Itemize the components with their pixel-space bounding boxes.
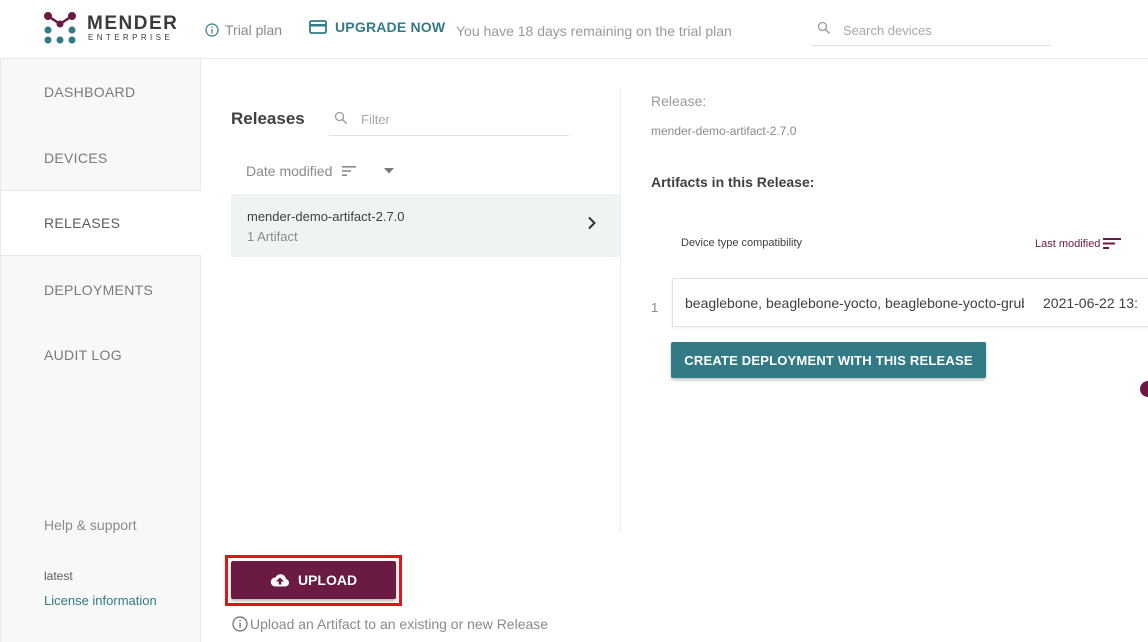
- logo-title: MENDER: [87, 13, 179, 34]
- sidebar-item-releases[interactable]: RELEASES: [1, 190, 201, 256]
- credit-card-icon: [309, 20, 327, 34]
- sidebar-item-label: DEVICES: [44, 150, 108, 166]
- artifact-row-index: 1: [651, 300, 659, 315]
- upload-hint: Upload an Artifact to an existing or new…: [232, 616, 548, 632]
- artifacts-title: Artifacts in this Release:: [651, 174, 815, 190]
- sort-label: Date modified: [246, 163, 333, 179]
- chevron-right-icon: [588, 216, 596, 230]
- artifact-row[interactable]: beaglebone, beaglebone-yocto, beaglebone…: [672, 278, 1148, 327]
- release-detail-name: mender-demo-artifact-2.7.0: [651, 124, 797, 138]
- release-label: Release:: [651, 93, 707, 109]
- upgrade-now-link[interactable]: UPGRADE NOW: [309, 19, 445, 35]
- help-tooltip-icon[interactable]: [1140, 381, 1148, 397]
- releases-title: Releases: [231, 109, 305, 128]
- release-artifact-count: 1 Artifact: [247, 229, 298, 244]
- trial-plan-label: Trial plan: [225, 22, 283, 38]
- sort-icon: [342, 166, 357, 176]
- search-icon: [334, 111, 348, 125]
- info-icon: [205, 23, 219, 37]
- mender-logo-icon: [44, 12, 76, 44]
- sidebar-item-label: AUDIT LOG: [44, 347, 122, 363]
- info-icon: [232, 616, 248, 632]
- release-list-item[interactable]: mender-demo-artifact-2.7.0 1 Artifact: [231, 194, 620, 257]
- artifact-last-modified: 2021-06-22 13:: [1043, 295, 1138, 311]
- column-header-last-modified-label: Last modified: [1035, 237, 1101, 250]
- sidebar: DASHBOARD DEVICES RELEASES DEPLOYMENTS A…: [0, 59, 201, 642]
- sidebar-item-devices[interactable]: DEVICES: [1, 125, 201, 191]
- sidebar-item-label: RELEASES: [44, 215, 121, 231]
- logo-subtitle: ENTERPRISE: [88, 33, 174, 42]
- upload-hint-text: Upload an Artifact to an existing or new…: [250, 616, 549, 632]
- top-header: MENDER ENTERPRISE Trial plan UPGRADE NOW…: [0, 0, 1148, 59]
- help-support-link[interactable]: Help & support: [44, 517, 137, 533]
- upgrade-now-label: UPGRADE NOW: [335, 19, 446, 35]
- caret-down-icon[interactable]: [384, 168, 395, 174]
- sort-icon: [1103, 238, 1122, 249]
- artifact-device-types: beaglebone, beaglebone-yocto, beaglebone…: [685, 295, 1024, 311]
- column-header-device-type[interactable]: Device type compatibility: [681, 237, 802, 249]
- mender-logo[interactable]: MENDER ENTERPRISE: [42, 11, 177, 45]
- sort-by-date-modified[interactable]: Date modified: [246, 163, 395, 179]
- sidebar-item-label: DEPLOYMENTS: [44, 282, 154, 298]
- search-devices-input[interactable]: [843, 20, 1043, 40]
- cloud-upload-icon: [270, 574, 289, 587]
- sidebar-item-label: DASHBOARD: [44, 84, 136, 100]
- trial-plan[interactable]: Trial plan: [205, 22, 282, 38]
- releases-filter[interactable]: [329, 106, 569, 136]
- trial-remaining-text: You have 18 days remaining on the trial …: [456, 23, 732, 39]
- search-devices[interactable]: [811, 16, 1051, 46]
- sidebar-item-deployments[interactable]: DEPLOYMENTS: [1, 257, 201, 323]
- panel-divider: [620, 90, 621, 532]
- create-deployment-button[interactable]: CREATE DEPLOYMENT WITH THIS RELEASE: [671, 342, 986, 378]
- sidebar-item-audit-log[interactable]: AUDIT LOG: [1, 322, 201, 388]
- releases-filter-input[interactable]: [361, 109, 561, 129]
- license-information-link[interactable]: License information: [44, 593, 157, 608]
- column-header-last-modified[interactable]: Last modified: [1035, 237, 1122, 250]
- upload-button-label: UPLOAD: [297, 572, 358, 588]
- version-label: latest: [44, 569, 73, 583]
- sidebar-item-dashboard[interactable]: DASHBOARD: [1, 59, 201, 125]
- release-name: mender-demo-artifact-2.7.0: [247, 209, 405, 224]
- upload-button[interactable]: UPLOAD: [231, 561, 396, 599]
- search-icon: [817, 21, 831, 35]
